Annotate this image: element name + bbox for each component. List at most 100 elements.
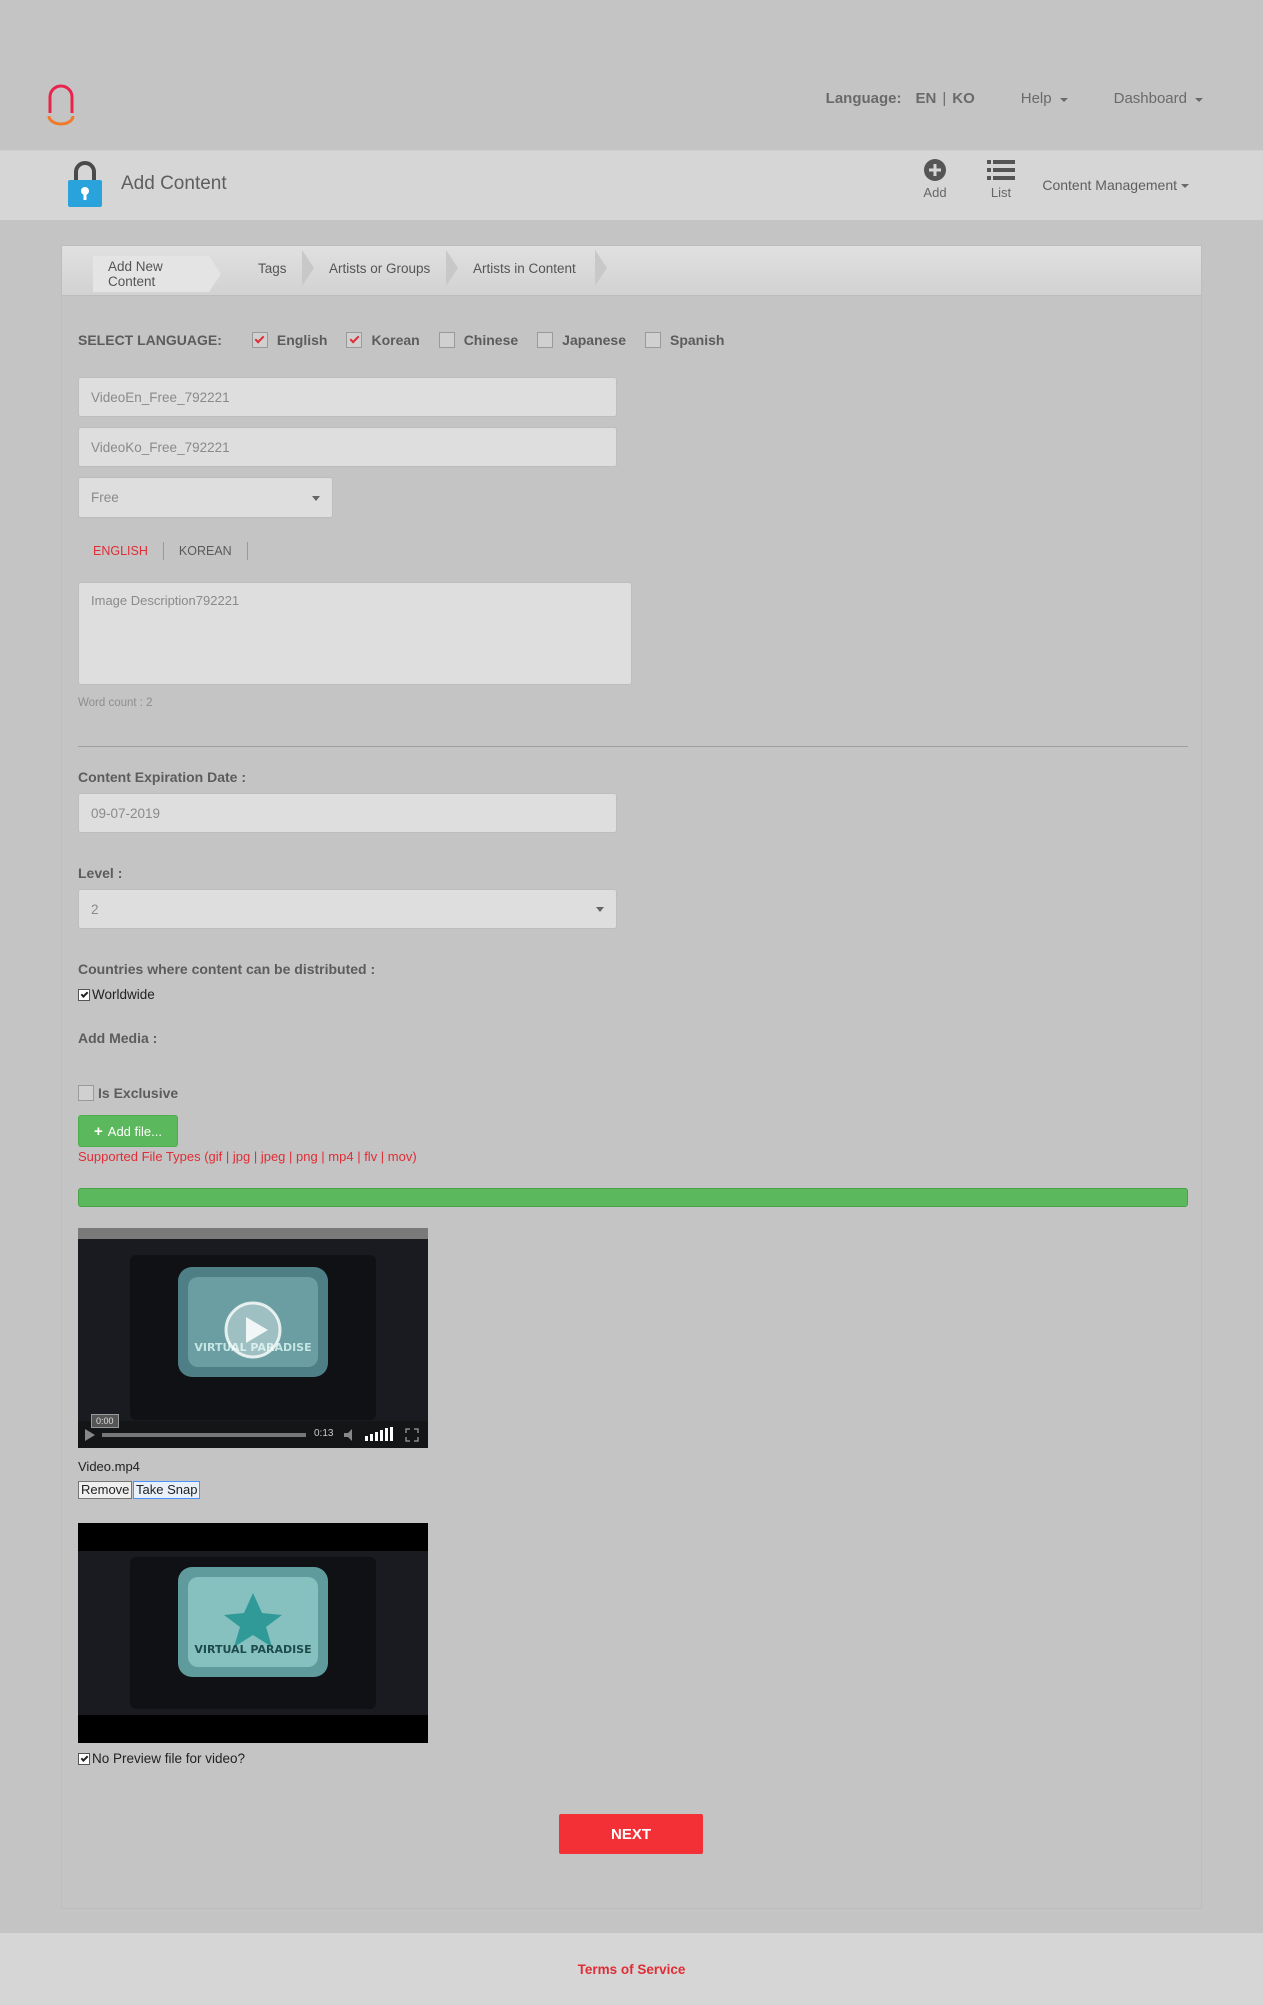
- language-label: Korean: [371, 332, 420, 348]
- language-label: English: [276, 332, 328, 348]
- list-label: List: [990, 185, 1012, 200]
- expiration-date-input[interactable]: 09-07-2019: [78, 793, 617, 833]
- supported-file-types: Supported File Types (gif | jpg | jpeg |…: [78, 1149, 417, 1164]
- title-en-input[interactable]: VideoEn_Free_792221: [78, 377, 617, 417]
- plus-circle-icon: [924, 159, 946, 181]
- video-file-name: Video.mp4: [78, 1459, 140, 1474]
- video-controls: 0:00 0:13: [78, 1414, 428, 1448]
- checkbox[interactable]: [438, 332, 455, 348]
- chevron-down-icon: [312, 495, 320, 501]
- snapshot-preview: VIRTUAL PARADISE: [78, 1523, 428, 1743]
- seek-bar[interactable]: [102, 1433, 306, 1437]
- language-label: Chinese: [463, 332, 519, 348]
- brand-logo[interactable]: [44, 83, 78, 127]
- language-checkbox-japanese[interactable]: Japanese: [537, 332, 626, 348]
- chevron-down-icon: [596, 907, 604, 912]
- no-preview-option[interactable]: No Preview file for video?: [78, 1751, 245, 1766]
- content-management-label: Content Management: [1042, 177, 1177, 193]
- footer: Terms of Service: [0, 1933, 1263, 2005]
- add-file-button[interactable]: + Add file...: [78, 1115, 178, 1147]
- checkbox[interactable]: [251, 332, 268, 348]
- play-icon[interactable]: [224, 1301, 282, 1359]
- video-player[interactable]: VIRTUAL PARADISE 0:00 0:13: [78, 1228, 428, 1448]
- exclusive-option[interactable]: Is Exclusive: [78, 1085, 178, 1101]
- current-time: 0:00: [91, 1414, 119, 1428]
- wizard-step-tags[interactable]: Tags: [258, 250, 287, 286]
- language-option-ko[interactable]: KO: [952, 90, 975, 107]
- sub-header: Add Content Add List Content Management: [0, 150, 1263, 220]
- countries-label: Countries where content can be distribut…: [78, 961, 376, 977]
- language-selection: SELECT LANGUAGE: English Korean Chinese …: [78, 332, 743, 348]
- language-label: Japanese: [562, 332, 626, 348]
- expiration-value: 09-07-2019: [91, 805, 161, 821]
- language-checkbox-chinese[interactable]: Chinese: [438, 332, 519, 348]
- title-ko-input[interactable]: VideoKo_Free_792221: [78, 427, 617, 467]
- wizard-arrow: [595, 250, 607, 286]
- language-separator: |: [942, 90, 947, 107]
- duration: 0:13: [314, 1428, 334, 1439]
- dashboard-label: Dashboard: [1113, 90, 1187, 107]
- worldwide-checkbox[interactable]: [78, 988, 90, 1001]
- checkmark-icon: [254, 333, 265, 344]
- language-label: Language:: [825, 90, 902, 107]
- no-preview-label: No Preview file for video?: [92, 1751, 246, 1766]
- exclusive-checkbox[interactable]: [78, 1085, 94, 1101]
- language-label: Spanish: [669, 332, 725, 348]
- page-title: Add Content: [121, 173, 227, 194]
- next-button[interactable]: NEXT: [559, 1814, 703, 1854]
- language-checkbox-korean[interactable]: Korean: [346, 332, 420, 348]
- expiration-label: Content Expiration Date :: [78, 769, 247, 785]
- divider: [78, 746, 1188, 747]
- wizard-arrow: [209, 256, 221, 292]
- content-management-menu[interactable]: Content Management: [1042, 177, 1189, 193]
- list-button[interactable]: List: [976, 159, 1026, 200]
- language-option-en[interactable]: EN: [916, 90, 937, 107]
- level-select[interactable]: 2: [78, 889, 617, 929]
- checkmark-icon: [80, 989, 88, 998]
- wizard-step-artists-or-groups[interactable]: Artists or Groups: [329, 250, 430, 286]
- take-snap-button[interactable]: Take Snap: [133, 1481, 201, 1499]
- volume-icon[interactable]: [344, 1429, 358, 1441]
- language-checkbox-spanish[interactable]: Spanish: [644, 332, 725, 348]
- volume-slider[interactable]: [365, 1427, 397, 1441]
- description-tabs: ENGLISH KOREAN: [78, 542, 248, 560]
- checkmark-icon: [80, 1753, 88, 1762]
- worldwide-option[interactable]: Worldwide: [78, 987, 155, 1002]
- dashboard-menu[interactable]: Dashboard: [1114, 90, 1203, 107]
- wizard-arrow: [446, 250, 458, 286]
- title-en-value: VideoEn_Free_792221: [91, 389, 230, 405]
- exclusive-label: Is Exclusive: [98, 1085, 179, 1101]
- tab-korean[interactable]: KOREAN: [164, 542, 248, 560]
- wizard-step-artists-in-content[interactable]: Artists in Content: [473, 250, 576, 286]
- level-label: Level :: [78, 865, 123, 881]
- language-checkbox-english[interactable]: English: [251, 332, 328, 348]
- wizard-step-add-new-content-tab[interactable]: Add New Content: [93, 256, 209, 292]
- wizard-step-label: Artists or Groups: [329, 260, 431, 276]
- pricing-select[interactable]: Free: [78, 477, 333, 518]
- checkmark-icon: [349, 333, 360, 344]
- level-value: 2: [91, 901, 99, 917]
- lock-icon: [68, 161, 102, 207]
- fullscreen-icon[interactable]: [405, 1428, 419, 1442]
- wizard-step-label: Artists in Content: [473, 260, 576, 276]
- play-small-icon[interactable]: [84, 1429, 96, 1441]
- no-preview-checkbox[interactable]: [78, 1752, 90, 1765]
- checkbox[interactable]: [644, 332, 661, 348]
- chevron-down-icon: [1195, 97, 1203, 102]
- description-value: Image Description792221: [91, 593, 240, 608]
- terms-of-service-link[interactable]: Terms of Service: [578, 1962, 686, 1977]
- checkbox[interactable]: [537, 332, 554, 348]
- add-button[interactable]: Add: [910, 159, 960, 200]
- tab-english[interactable]: ENGLISH: [78, 542, 164, 560]
- description-textarea[interactable]: Image Description792221: [78, 582, 632, 685]
- pricing-value: Free: [91, 490, 119, 505]
- checkbox[interactable]: [346, 332, 363, 348]
- word-count: Word count : 2: [78, 697, 153, 709]
- remove-button[interactable]: Remove: [78, 1481, 133, 1499]
- snapshot-overlay-text: VIRTUAL PARADISE: [194, 1643, 311, 1656]
- help-menu[interactable]: Help: [1021, 90, 1068, 107]
- upload-progress-bar: [78, 1188, 1188, 1207]
- wizard-step-label: Add New Content: [108, 259, 163, 289]
- add-media-label: Add Media :: [78, 1030, 158, 1046]
- chevron-down-icon: [1059, 97, 1068, 102]
